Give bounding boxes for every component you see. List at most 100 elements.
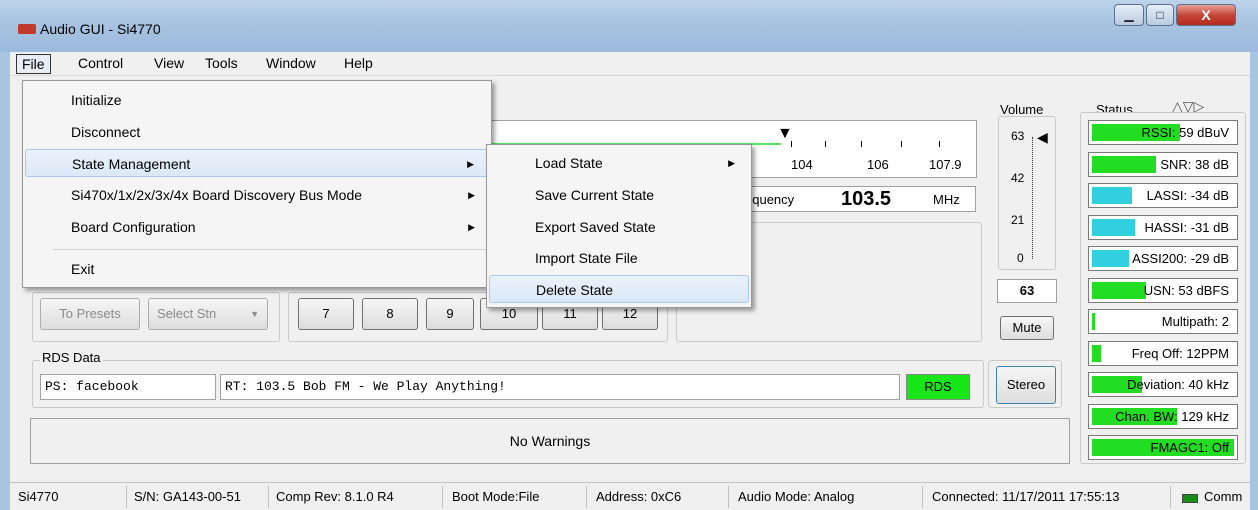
menu-item-save-current-state[interactable]: Save Current State — [489, 181, 749, 209]
menu-tools[interactable]: Tools — [205, 55, 238, 71]
volume-slider-frame: 63 42 21 0 ◀ — [998, 116, 1056, 270]
app-icon — [18, 24, 36, 34]
menu-item-export-saved-state[interactable]: Export Saved State — [489, 213, 749, 241]
preset-8-button[interactable]: 8 — [362, 298, 418, 330]
status-item-label: USN: 53 dBFS — [1143, 282, 1229, 298]
status-item-label: LASSI: -34 dB — [1146, 188, 1229, 203]
status-item: USN: 53 dBFS — [1088, 277, 1238, 303]
scale-tick-107-9: 107.9 — [929, 157, 962, 172]
preset-9-button[interactable]: 9 — [426, 298, 474, 330]
status-item-label: HASSI: -31 dB — [1144, 219, 1229, 235]
menu-item-disconnect[interactable]: Disconnect — [25, 118, 489, 146]
select-station-value: Select Stn — [157, 306, 217, 321]
comm-indicator-icon — [1182, 494, 1198, 503]
state-management-submenu: Load State ▶ Save Current State Export Sa… — [486, 144, 752, 308]
volume-tick-21: 21 — [1011, 213, 1025, 227]
stereo-button[interactable]: Stereo — [996, 366, 1056, 404]
submenu-arrow-icon: ▶ — [467, 159, 474, 169]
status-level-bar — [1092, 218, 1135, 236]
status-item: SNR: 38 dB — [1088, 151, 1238, 177]
status-item-label: SNR: 38 dB — [1160, 156, 1229, 172]
status-item: RSSI: 59 dBuV — [1088, 120, 1238, 145]
statusbar-address: Address: 0xC6 — [596, 489, 682, 504]
menu-item-board-configuration[interactable]: Board Configuration ▶ — [25, 213, 489, 241]
status-level-bar — [1092, 344, 1101, 362]
statusbar-serial: S/N: GA143-00-51 — [134, 489, 241, 504]
volume-track[interactable] — [1032, 137, 1034, 259]
status-item-label: Freq Off: 12PPM — [1131, 345, 1229, 361]
menu-item-load-state[interactable]: Load State ▶ — [489, 149, 749, 177]
status-item: LASSI: -34 dB — [1088, 183, 1238, 208]
status-level-bar — [1092, 187, 1132, 204]
close-button[interactable]: X — [1176, 4, 1236, 26]
status-item-label: FMAGC1: Off — [1150, 440, 1230, 455]
rds-indicator: RDS — [906, 374, 970, 400]
rds-rt-field[interactable]: RT: 103.5 Bob FM - We Play Anything! — [220, 374, 900, 400]
frequency-unit: MHz — [933, 192, 960, 207]
menu-help[interactable]: Help — [344, 55, 373, 71]
menu-item-board-discovery-bus-mode[interactable]: Si470x/1x/2x/3x/4x Board Discovery Bus M… — [25, 181, 489, 209]
warnings-panel: No Warnings — [30, 418, 1070, 464]
rds-ps-field[interactable]: PS: facebook — [40, 374, 216, 400]
menu-separator — [53, 249, 487, 250]
menu-control[interactable]: Control — [78, 55, 123, 71]
volume-tick-0: 0 — [1017, 251, 1024, 265]
preset-7-button[interactable]: 7 — [298, 298, 354, 330]
mute-button[interactable]: Mute — [1000, 316, 1054, 340]
menu-item-exit[interactable]: Exit — [25, 255, 489, 283]
status-item: ASSI200: -29 dB — [1088, 246, 1238, 271]
scale-tick-104: 104 — [791, 157, 813, 172]
status-level-bar — [1092, 313, 1095, 330]
select-station-dropdown[interactable]: Select Stn ▼ — [148, 298, 268, 330]
window-frame-right — [1250, 52, 1258, 510]
menu-bar: File Control View Tools Window Help — [10, 52, 1250, 76]
statusbar-comm: Comm — [1204, 489, 1243, 504]
to-presets-button[interactable]: To Presets — [40, 298, 140, 330]
status-item-label: Chan. BW: 129 kHz — [1115, 408, 1229, 424]
status-item-label: ASSI200: -29 dB — [1132, 251, 1229, 266]
file-menu: Initialize Disconnect State Management ▶ … — [22, 80, 492, 288]
menu-item-import-state-file[interactable]: Import State File — [489, 244, 749, 272]
window-frame-left — [0, 52, 10, 510]
menu-item-delete-state[interactable]: Delete State — [489, 275, 749, 303]
window-title: Audio GUI - Si4770 — [40, 21, 161, 37]
frequency-display: equency 103.5 MHz — [740, 186, 976, 212]
volume-label: Volume — [1000, 102, 1044, 117]
scale-tick-106: 106 — [867, 157, 889, 172]
status-level-bar — [1092, 281, 1146, 299]
status-item: Multipath: 2 — [1088, 309, 1238, 334]
status-level-bar — [1092, 155, 1156, 173]
status-item: Freq Off: 12PPM — [1088, 340, 1238, 366]
statusbar-boot-mode: Boot Mode:File — [452, 489, 540, 504]
volume-thumb-icon[interactable]: ◀ — [1037, 129, 1048, 146]
volume-tick-42: 42 — [1011, 171, 1025, 185]
status-item-label: RSSI: 59 dBuV — [1141, 125, 1229, 140]
status-item: FMAGC1: Off — [1088, 435, 1238, 460]
status-item: Deviation: 40 kHz — [1088, 372, 1238, 397]
menu-view[interactable]: View — [154, 55, 184, 71]
maximize-button[interactable]: □ — [1146, 4, 1174, 26]
menu-item-initialize[interactable]: Initialize — [25, 86, 489, 114]
statusbar-connected: Connected: 11/17/2011 17:55:13 — [932, 489, 1120, 504]
rds-group-label: RDS Data — [40, 350, 103, 365]
status-item: HASSI: -31 dB — [1088, 214, 1238, 240]
menu-window[interactable]: Window — [266, 55, 316, 71]
volume-value[interactable]: 63 — [997, 279, 1057, 303]
frequency-value: 103.5 — [841, 188, 892, 210]
minimize-button[interactable]: ▁ — [1114, 4, 1144, 26]
statusbar-comp-rev: Comp Rev: 8.1.0 R4 — [276, 489, 394, 504]
status-item: Chan. BW: 129 kHz — [1088, 403, 1238, 429]
status-item-label: Multipath: 2 — [1161, 314, 1229, 329]
menu-file[interactable]: File — [16, 54, 51, 74]
submenu-arrow-icon: ▶ — [728, 158, 735, 168]
status-level-bar — [1092, 250, 1129, 267]
frequency-label: equency — [745, 192, 795, 207]
chevron-down-icon: ▼ — [250, 309, 259, 319]
statusbar-audio-mode: Audio Mode: Analog — [738, 489, 855, 504]
volume-tick-63: 63 — [1011, 129, 1025, 143]
status-bar: Si4770 S/N: GA143-00-51 Comp Rev: 8.1.0 … — [10, 482, 1250, 510]
menu-item-state-management[interactable]: State Management ▶ — [25, 149, 489, 177]
statusbar-device: Si4770 — [18, 489, 59, 504]
status-item-label: Deviation: 40 kHz — [1127, 377, 1229, 392]
title-bar[interactable] — [0, 0, 1258, 52]
